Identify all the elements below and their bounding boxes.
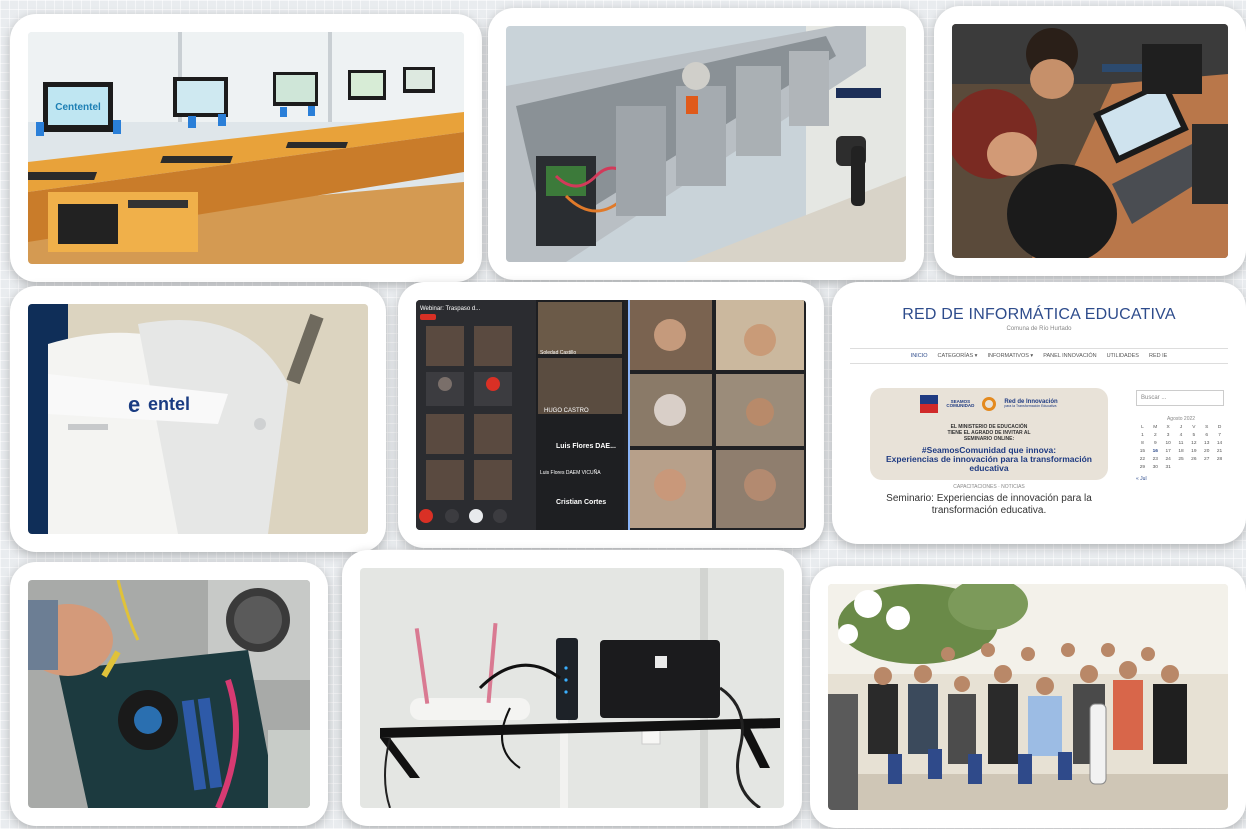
meeting-participant-4: Cristian Cortes bbox=[556, 499, 606, 506]
photo-computer-lab: Cententel bbox=[28, 32, 464, 264]
nav-item-panel-innovacion[interactable]: PANEL INNOVACIÓN bbox=[1043, 353, 1096, 359]
banner-heading: Experiencias de innovación para la trans… bbox=[886, 454, 1092, 473]
cal-day[interactable]: 4 bbox=[1175, 433, 1188, 438]
meeting-participant-0: Soledad Castillo bbox=[540, 350, 576, 356]
screenshot-video-meeting: Webinar: Traspaso d... Soledad Castillo … bbox=[416, 300, 806, 530]
photo-frame-pc-cases bbox=[488, 8, 924, 280]
photo-training-session bbox=[952, 24, 1228, 258]
cal-day[interactable]: 22 bbox=[1136, 457, 1149, 462]
meeting-title: Webinar: Traspaso d... bbox=[420, 306, 481, 312]
seminar-banner[interactable]: SEAMOS COMUNIDAD Red de Innovación para … bbox=[870, 388, 1108, 480]
photo-frame-video-meeting: Webinar: Traspaso d... Soledad Castillo … bbox=[398, 282, 824, 548]
calendar-widget: Agosto 2022 L M X J V S D 1 2 3 4 5 6 7 … bbox=[1136, 416, 1226, 482]
photo-frame-motherboard bbox=[10, 562, 328, 826]
red-innovacion-logo-icon bbox=[982, 397, 997, 411]
cal-day[interactable]: 25 bbox=[1175, 457, 1188, 462]
meeting-participant-3: Luis Flores DAEM VICUÑA bbox=[540, 469, 601, 476]
meeting-participant-2: Luis Flores DAE... bbox=[556, 443, 616, 450]
cal-weekday: V bbox=[1192, 425, 1196, 430]
cal-day[interactable]: 21 bbox=[1213, 449, 1226, 454]
site-subtitle: Comuna de Río Hurtado bbox=[1006, 326, 1072, 332]
cal-weekday: S bbox=[1205, 425, 1209, 430]
cal-day[interactable]: 11 bbox=[1175, 441, 1188, 446]
photo-frame-training-session bbox=[934, 6, 1246, 276]
post-title[interactable]: Seminario: Experiencias de innovación pa… bbox=[870, 493, 1108, 516]
cal-day[interactable]: 13 bbox=[1200, 441, 1213, 446]
cal-day[interactable]: 10 bbox=[1162, 441, 1175, 446]
nav-item-utilidades[interactable]: UTILIDADES bbox=[1107, 353, 1139, 359]
cal-day[interactable]: 8 bbox=[1136, 441, 1149, 446]
calendar-grid: L M X J V S D 1 2 3 4 5 6 7 8 9 10 11 12… bbox=[1136, 425, 1226, 470]
nav-item-categorias[interactable]: CATEGORÍAS ▾ bbox=[937, 353, 977, 359]
cal-weekday: D bbox=[1217, 425, 1222, 430]
gov-chile-logo bbox=[920, 395, 939, 413]
search-input[interactable]: Buscar ... bbox=[1136, 390, 1224, 406]
cal-day[interactable]: 17 bbox=[1162, 449, 1175, 454]
cal-weekday: L bbox=[1141, 425, 1144, 430]
cal-day[interactable]: 31 bbox=[1162, 465, 1175, 470]
banner-line-3: SEMINARIO ONLINE: bbox=[963, 436, 1015, 442]
cal-day[interactable]: 16 bbox=[1149, 449, 1162, 454]
cal-day[interactable]: 3 bbox=[1162, 433, 1175, 438]
photo-frame-network-shelf bbox=[342, 550, 802, 826]
calendar-month: Agosto 2022 bbox=[1166, 416, 1196, 422]
cal-day[interactable]: 26 bbox=[1187, 457, 1200, 462]
router-logo-e: e bbox=[128, 392, 140, 417]
photo-network-shelf bbox=[360, 568, 784, 808]
photo-frame-computer-lab: Cententel bbox=[10, 14, 482, 282]
cal-day[interactable]: 28 bbox=[1213, 457, 1226, 462]
nav-item-informativos[interactable]: INFORMATIVOS ▾ bbox=[987, 353, 1033, 359]
cal-day[interactable]: 15 bbox=[1136, 449, 1149, 454]
cal-day[interactable]: 1 bbox=[1136, 433, 1149, 438]
cal-weekday: M bbox=[1153, 425, 1158, 430]
nav-item-red-ie[interactable]: RED IE bbox=[1149, 353, 1167, 359]
screenshot-website: RED DE INFORMÁTICA EDUCATIVA Comuna de R… bbox=[850, 300, 1228, 526]
cal-weekday: X bbox=[1166, 425, 1170, 430]
seamos-comunidad-logo: SEAMOS COMUNIDAD bbox=[946, 398, 975, 408]
cal-day[interactable]: 6 bbox=[1200, 433, 1213, 438]
cal-day[interactable]: 2 bbox=[1149, 433, 1162, 438]
cal-day[interactable]: 29 bbox=[1136, 465, 1149, 470]
photo-frame-group bbox=[810, 566, 1246, 828]
nav-item-inicio[interactable]: INICIO bbox=[911, 353, 928, 359]
lab-screen-text: Cententel bbox=[55, 102, 101, 113]
site-title[interactable]: RED DE INFORMÁTICA EDUCATIVA bbox=[850, 306, 1228, 324]
cal-day[interactable]: 9 bbox=[1149, 441, 1162, 446]
cal-day[interactable]: 12 bbox=[1187, 441, 1200, 446]
cal-day[interactable]: 24 bbox=[1162, 457, 1175, 462]
router-brand-text: entel bbox=[148, 394, 190, 414]
red-innovacion-logo-sub: para la Transformación Educativa bbox=[1004, 404, 1057, 409]
photo-frame-router: entel e bbox=[10, 286, 386, 552]
photo-group bbox=[828, 584, 1228, 810]
site-nav: INICIO CATEGORÍAS ▾ INFORMATIVOS ▾ PANEL… bbox=[850, 348, 1228, 364]
cal-day[interactable]: 20 bbox=[1200, 449, 1213, 454]
photo-motherboard bbox=[28, 580, 310, 808]
cal-day[interactable]: 19 bbox=[1187, 449, 1200, 454]
cal-day[interactable]: 5 bbox=[1187, 433, 1200, 438]
cal-day[interactable]: 27 bbox=[1200, 457, 1213, 462]
post-categories[interactable]: CAPACITACIONES · NOTICIAS bbox=[870, 484, 1108, 490]
photo-frame-website: RED DE INFORMÁTICA EDUCATIVA Comuna de R… bbox=[832, 282, 1246, 544]
cal-day[interactable]: 30 bbox=[1149, 465, 1162, 470]
cal-weekday: J bbox=[1179, 425, 1183, 430]
photo-router: entel e bbox=[28, 304, 368, 534]
photo-pc-cases bbox=[506, 26, 906, 262]
cal-day[interactable]: 14 bbox=[1213, 441, 1226, 446]
cal-day[interactable]: 23 bbox=[1149, 457, 1162, 462]
cal-day[interactable]: 7 bbox=[1213, 433, 1226, 438]
cal-day[interactable]: 18 bbox=[1175, 449, 1188, 454]
calendar-prev-link[interactable]: « Jul bbox=[1136, 476, 1226, 482]
meeting-participant-1: HUGO CASTRO bbox=[544, 408, 589, 414]
